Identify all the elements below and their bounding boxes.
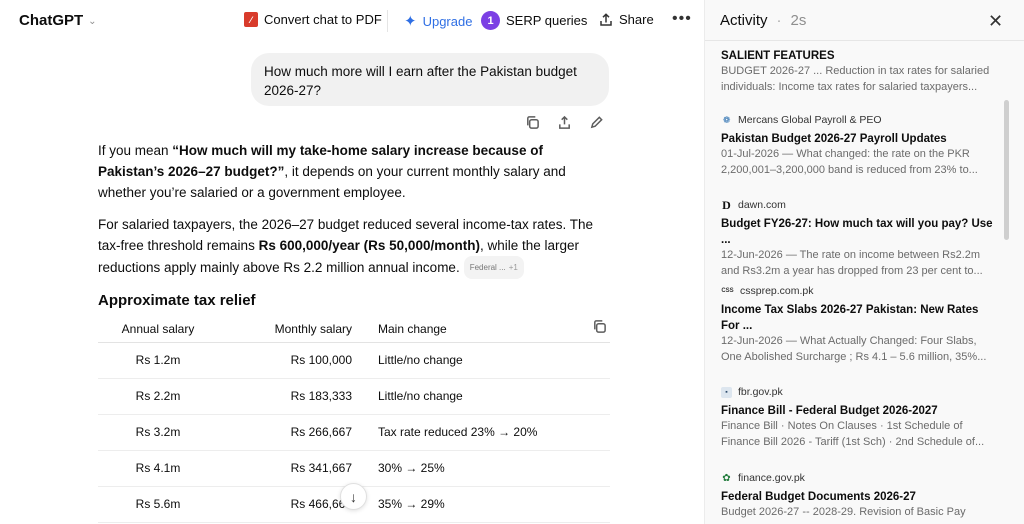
copy-icon[interactable]: [525, 115, 540, 130]
convert-pdf-button[interactable]: ⁄ Convert chat to PDF: [244, 12, 382, 27]
dawn-logo-icon: D: [722, 197, 731, 212]
source-title: Finance Bill - Federal Budget 2026-2027: [721, 405, 938, 417]
source-snippet: 12-Jun-2026 — The rate on income between…: [721, 249, 983, 277]
share-icon: [600, 12, 612, 26]
activity-header: Activity · 2s: [720, 12, 806, 29]
source-site: ▪ fbr.gov.pk: [721, 386, 993, 398]
source-item[interactable]: D dawn.com Budget FY26-27: How much tax …: [721, 197, 993, 279]
table-row: Rs 3.2m Rs 266,667 Tax rate reduced 23% …: [98, 414, 610, 451]
source-snippet: BUDGET 2026-27 ... Reduction in tax rate…: [721, 65, 990, 93]
column-header: Monthly salary: [218, 316, 378, 343]
model-selector[interactable]: ChatGPT ⌄: [19, 12, 97, 29]
main-change-cell: 30% → 25%: [378, 450, 610, 487]
upgrade-button[interactable]: ✦ Upgrade: [404, 12, 472, 30]
upload-icon[interactable]: [557, 115, 572, 130]
assistant-answer: If you mean “How much will my take-home …: [98, 140, 610, 290]
annual-salary-cell: Rs 3.2m: [98, 414, 218, 451]
finance-gov-logo-icon: ✿: [722, 472, 731, 484]
source-title: Budget FY26-27: How much tax will you pa…: [721, 218, 993, 246]
source-site: D dawn.com: [721, 197, 993, 212]
title-separator: ·: [776, 12, 782, 29]
fbr-logo-icon: ▪: [721, 386, 732, 398]
source-title: Federal Budget Documents 2026-27: [721, 491, 916, 503]
pdf-icon: ⁄: [244, 12, 258, 27]
table-header-row: Annual salary Monthly salary Main change: [98, 316, 610, 343]
source-site: ❁ Mercans Global Payroll & PEO: [721, 114, 993, 126]
source-site-name: dawn.com: [738, 199, 786, 211]
serp-label: SERP queries: [506, 13, 588, 28]
source-site-name: cssprep.com.pk: [740, 285, 814, 297]
source-title: Income Tax Slabs 2026-27 Pakistan: New R…: [721, 304, 979, 332]
column-header: Annual salary: [98, 316, 218, 343]
main-change-cell: Little/no change: [378, 378, 610, 415]
column-header: Main change: [378, 316, 610, 343]
source-item[interactable]: CSS cssprep.com.pk Income Tax Slabs 2026…: [721, 285, 993, 365]
top-bar: ChatGPT ⌄ ⁄ Convert chat to PDF ✦ Upgrad…: [0, 0, 704, 42]
monthly-salary-cell: Rs 266,667: [218, 414, 378, 451]
activity-title: Activity: [720, 12, 768, 29]
toolbar-divider: [387, 10, 388, 32]
threshold-bold: Rs 600,000/year (Rs 50,000/month): [258, 238, 480, 253]
activity-duration: 2s: [790, 12, 807, 29]
source-item[interactable]: SALIENT FEATURES BUDGET 2026-27 ... Redu…: [721, 48, 993, 95]
user-message-bubble: How much more will I earn after the Paki…: [251, 53, 609, 106]
source-snippet: Finance Bill · Notes On Clauses · 1st Sc…: [721, 420, 985, 448]
source-site: ✿ finance.gov.pk: [721, 472, 993, 484]
serp-queries-button[interactable]: 1 SERP queries: [481, 11, 587, 30]
citation-chip[interactable]: Federal ... +1: [463, 256, 524, 279]
source-snippet: 01-Jul-2026 — What changed: the rate on …: [721, 148, 978, 176]
source-snippet: Budget 2026-27 -- 2028-29. Revision of B…: [721, 506, 966, 518]
upgrade-label: Upgrade: [422, 13, 473, 29]
message-actions: [525, 115, 604, 130]
edit-icon[interactable]: [589, 115, 604, 130]
answer-paragraph-1: If you mean “How much will my take-home …: [98, 143, 566, 200]
answer-paragraph-2: For salaried taxpayers, the 2026–27 budg…: [98, 214, 610, 279]
annual-salary-cell: Rs 5.6m: [98, 486, 218, 523]
source-site-name: Mercans Global Payroll & PEO: [738, 114, 882, 126]
close-icon[interactable]: ✕: [988, 11, 1003, 32]
monthly-salary-cell: Rs 183,333: [218, 378, 378, 415]
chevron-down-icon: ⌄: [88, 16, 97, 27]
source-site-name: finance.gov.pk: [738, 472, 805, 484]
activity-panel: Activity · 2s ✕ SALIENT FEATURES BUDGET …: [704, 0, 1024, 524]
source-item[interactable]: ❁ Mercans Global Payroll & PEO Pakistan …: [721, 114, 993, 178]
serp-count-badge: 1: [481, 11, 500, 30]
source-site: CSS cssprep.com.pk: [721, 285, 993, 297]
table-row: Rs 4.1m Rs 341,667 30% → 25%: [98, 450, 610, 487]
more-options-icon[interactable]: •••: [672, 10, 692, 28]
monthly-salary-cell: Rs 341,667: [218, 450, 378, 487]
table-heading: Approximate tax relief: [98, 292, 256, 309]
share-label: Share: [619, 12, 654, 27]
source-title: Pakistan Budget 2026-27 Payroll Updates: [721, 133, 947, 145]
panel-scrollbar[interactable]: [1004, 100, 1009, 240]
scroll-down-button[interactable]: ↓: [340, 483, 367, 510]
annual-salary-cell: Rs 1.2m: [98, 342, 218, 379]
monthly-salary-cell: Rs 100,000: [218, 342, 378, 379]
annual-salary-cell: Rs 2.2m: [98, 378, 218, 415]
source-title: SALIENT FEATURES: [721, 50, 835, 62]
source-item[interactable]: ▪ fbr.gov.pk Finance Bill - Federal Budg…: [721, 386, 993, 450]
source-item[interactable]: ✿ finance.gov.pk Federal Budget Document…: [721, 472, 993, 521]
table-row: Rs 1.2m Rs 100,000 Little/no change: [98, 342, 610, 379]
table-row: Rs 2.2m Rs 183,333 Little/no change: [98, 378, 610, 415]
panel-divider: [705, 40, 1024, 41]
main-change-cell: 35% → 29%: [378, 486, 610, 523]
main-change-cell: Tax rate reduced 23% → 20%: [378, 414, 610, 451]
cssprep-logo-icon: CSS: [721, 288, 734, 294]
globe-icon: ❁: [722, 114, 731, 125]
main-change-cell: Little/no change: [378, 342, 610, 379]
source-snippet: 12-Jun-2026 — What Actually Changed: Fou…: [721, 335, 987, 363]
chat-main: ChatGPT ⌄ ⁄ Convert chat to PDF ✦ Upgrad…: [0, 0, 704, 524]
app-name: ChatGPT: [19, 12, 84, 29]
annual-salary-cell: Rs 4.1m: [98, 450, 218, 487]
convert-pdf-label: Convert chat to PDF: [264, 12, 382, 27]
share-button[interactable]: Share: [599, 12, 654, 27]
sparkle-icon: ✦: [404, 13, 417, 30]
source-site-name: fbr.gov.pk: [738, 386, 783, 398]
